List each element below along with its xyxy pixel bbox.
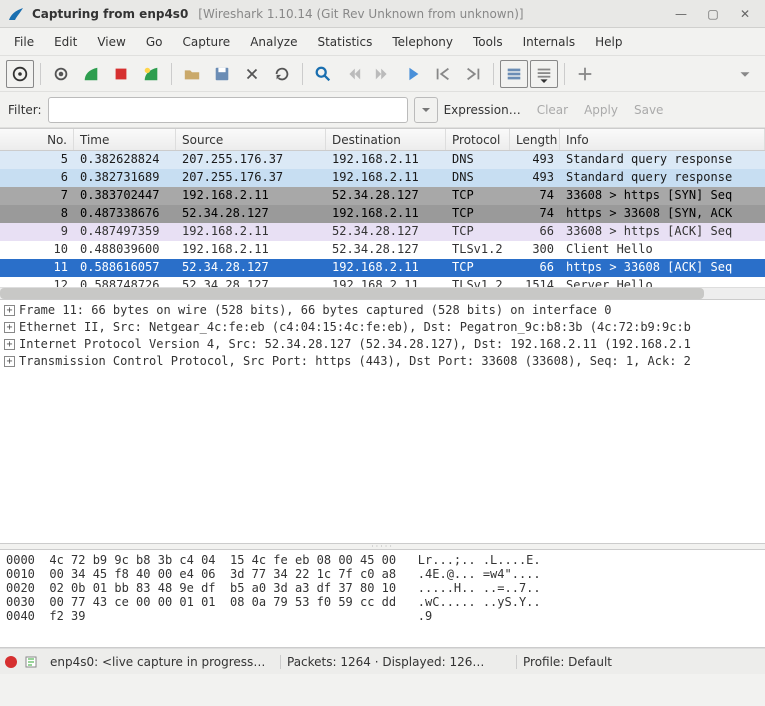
menu-go[interactable]: Go — [136, 31, 173, 53]
expand-icon[interactable]: + — [4, 356, 15, 367]
expand-icon[interactable]: + — [4, 322, 15, 333]
status-counts: Packets: 1264 · Displayed: 126… — [280, 655, 510, 669]
col-proto[interactable]: Protocol — [446, 129, 510, 150]
filter-toolbar: Filter: Expression… Clear Apply Save — [0, 92, 765, 128]
restart-capture-button[interactable] — [137, 60, 165, 88]
filter-label: Filter: — [8, 103, 42, 117]
filter-input[interactable] — [48, 97, 408, 123]
capture-comment-icon[interactable] — [24, 655, 38, 669]
packet-row[interactable]: 80.48733867652.34.28.127192.168.2.11TCP7… — [0, 205, 765, 223]
menu-capture[interactable]: Capture — [172, 31, 240, 53]
detail-text: Transmission Control Protocol, Src Port:… — [19, 354, 691, 368]
detail-row[interactable]: + Transmission Control Protocol, Src Port… — [4, 354, 761, 371]
zoom-in-button[interactable] — [571, 60, 599, 88]
expand-icon[interactable]: + — [4, 339, 15, 350]
col-no[interactable]: No. — [0, 129, 74, 150]
window-subtitle: [Wireshark 1.10.14 (Git Rev Unknown from… — [198, 7, 523, 21]
interfaces-button[interactable] — [6, 60, 34, 88]
save-button[interactable] — [208, 60, 236, 88]
status-profile[interactable]: Profile: Default — [516, 655, 761, 669]
filter-expression-link[interactable]: Expression… — [444, 103, 521, 117]
packet-list-body[interactable]: 50.382628824207.255.176.37192.168.2.11DN… — [0, 151, 765, 287]
detail-text: Frame 11: 66 bytes on wire (528 bits), 6… — [19, 303, 611, 317]
packet-bytes-pane[interactable]: 0000 4c 72 b9 9c b8 3b c4 04 15 4c fe eb… — [0, 550, 765, 648]
window-title: Capturing from enp4s0 — [32, 7, 188, 21]
stop-capture-button[interactable] — [107, 60, 135, 88]
detail-text: Ethernet II, Src: Netgear_4c:fe:eb (c4:0… — [19, 320, 691, 334]
packet-row[interactable]: 120.58874872652.34.28.127192.168.2.11TLS… — [0, 277, 765, 287]
toolbar-overflow-icon[interactable] — [731, 60, 759, 88]
packet-row[interactable]: 50.382628824207.255.176.37192.168.2.11DN… — [0, 151, 765, 169]
reload-button[interactable] — [268, 60, 296, 88]
status-bar: enp4s0: <live capture in progress> F… Pa… — [0, 648, 765, 674]
menu-file[interactable]: File — [4, 31, 44, 53]
app-icon — [8, 6, 24, 22]
detail-row[interactable]: + Ethernet II, Src: Netgear_4c:fe:eb (c4:… — [4, 320, 761, 337]
filter-clear-link[interactable]: Clear — [537, 103, 568, 117]
menubar: FileEditViewGoCaptureAnalyzeStatisticsTe… — [0, 28, 765, 56]
menu-help[interactable]: Help — [585, 31, 632, 53]
packet-row[interactable]: 110.58861605752.34.28.127192.168.2.11TCP… — [0, 259, 765, 277]
maximize-button[interactable]: ▢ — [701, 4, 725, 24]
go-first-button[interactable] — [429, 60, 457, 88]
go-back-button[interactable] — [339, 60, 367, 88]
go-to-button[interactable] — [399, 60, 427, 88]
filter-save-link[interactable]: Save — [634, 103, 663, 117]
options-button[interactable] — [47, 60, 75, 88]
find-button[interactable] — [309, 60, 337, 88]
open-file-button[interactable] — [178, 60, 206, 88]
expert-info-icon[interactable] — [4, 655, 18, 669]
close-button[interactable]: ✕ — [733, 4, 757, 24]
filter-apply-link[interactable]: Apply — [584, 103, 618, 117]
packet-list-header: No. Time Source Destination Protocol Len… — [0, 129, 765, 151]
filter-history-dropdown[interactable] — [414, 97, 438, 123]
colorize-button[interactable] — [500, 60, 528, 88]
menu-telephony[interactable]: Telephony — [382, 31, 463, 53]
col-src[interactable]: Source — [176, 129, 326, 150]
packet-list-hscrollbar[interactable] — [0, 287, 765, 299]
status-interface: enp4s0: <live capture in progress> F… — [44, 655, 274, 669]
expand-icon[interactable]: + — [4, 305, 15, 316]
packet-row[interactable]: 90.487497359192.168.2.1152.34.28.127TCP6… — [0, 223, 765, 241]
go-forward-button[interactable] — [369, 60, 397, 88]
menu-statistics[interactable]: Statistics — [307, 31, 382, 53]
col-time[interactable]: Time — [74, 129, 176, 150]
packet-row[interactable]: 60.382731689207.255.176.37192.168.2.11DN… — [0, 169, 765, 187]
detail-row[interactable]: + Frame 11: 66 bytes on wire (528 bits), … — [4, 303, 761, 320]
menu-internals[interactable]: Internals — [513, 31, 586, 53]
packet-list-pane: No. Time Source Destination Protocol Len… — [0, 128, 765, 300]
col-dst[interactable]: Destination — [326, 129, 446, 150]
menu-tools[interactable]: Tools — [463, 31, 513, 53]
toolbar — [0, 56, 765, 92]
detail-row[interactable]: + Internet Protocol Version 4, Src: 52.34… — [4, 337, 761, 354]
col-len[interactable]: Length — [510, 129, 560, 150]
packet-row[interactable]: 100.488039600192.168.2.1152.34.28.127TLS… — [0, 241, 765, 259]
close-file-button[interactable] — [238, 60, 266, 88]
menu-edit[interactable]: Edit — [44, 31, 87, 53]
detail-text: Internet Protocol Version 4, Src: 52.34.… — [19, 337, 691, 351]
start-capture-button[interactable] — [77, 60, 105, 88]
titlebar: Capturing from enp4s0 [Wireshark 1.10.14… — [0, 0, 765, 28]
menu-analyze[interactable]: Analyze — [240, 31, 307, 53]
minimize-button[interactable]: — — [669, 4, 693, 24]
chevron-down-icon — [421, 105, 431, 115]
auto-scroll-button[interactable] — [530, 60, 558, 88]
packet-details-pane[interactable]: + Frame 11: 66 bytes on wire (528 bits), … — [0, 300, 765, 544]
go-last-button[interactable] — [459, 60, 487, 88]
col-info[interactable]: Info — [560, 129, 765, 150]
menu-view[interactable]: View — [87, 31, 135, 53]
packet-row[interactable]: 70.383702447192.168.2.1152.34.28.127TCP7… — [0, 187, 765, 205]
